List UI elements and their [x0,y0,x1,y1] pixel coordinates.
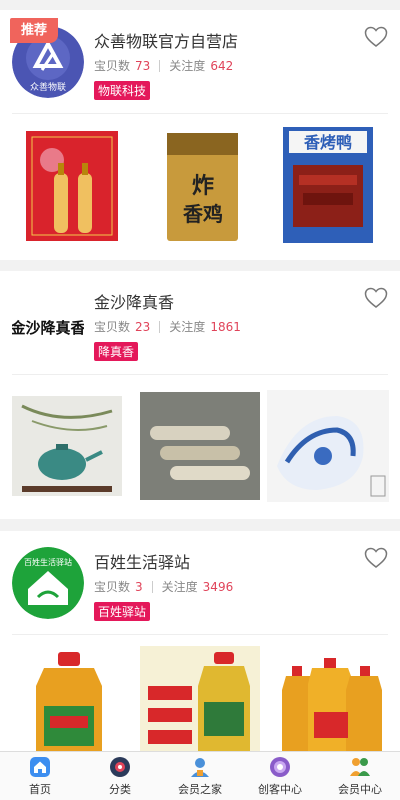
tab-label: 分类 [109,783,131,796]
stats-divider [159,59,161,72]
product-image-metal-incense-tubes[interactable] [140,386,260,506]
store-badge: 物联科技 [94,81,151,100]
store-name[interactable]: 众善物联官方自营店 [94,28,238,52]
follow-label: 关注度 [169,59,206,73]
items-label: 宝贝数 [94,580,131,594]
stats-divider [151,580,153,593]
store-badge: 百姓驿站 [94,602,151,621]
follow-count: 3496 [202,579,234,594]
follow-label: 关注度 [169,320,206,334]
maker-center-icon [270,757,290,777]
store-name[interactable]: 百姓生活驿站 [94,549,190,573]
follow-count: 642 [210,58,234,73]
items-count: 23 [135,319,151,334]
store-stats: 宝贝数 73 关注度 642 [94,57,233,74]
heart-icon[interactable] [364,287,388,309]
store-stats: 宝贝数 23 关注度 1861 [94,318,241,335]
store-logo[interactable]: 百姓生活驿站 [12,547,84,619]
card-divider [12,634,388,635]
product-image-blue-white-porcelain-vase[interactable] [267,386,389,506]
product-image-red-liquor-gift-box[interactable] [22,125,122,245]
product-image-cooking-oil-bottle-green[interactable] [14,646,124,751]
tab-category[interactable]: 分类 [80,752,160,800]
tab-member-home[interactable]: 会员之家 [160,752,240,800]
product-image-fried-chicken-snack-pack[interactable]: 炸 香鸡 [165,125,240,245]
member-home-icon [191,758,209,777]
store-badge: 降真香 [94,342,139,361]
product-image-roast-duck-snack-pack[interactable]: 香烤鸭 [283,125,373,245]
store-feed[interactable]: 推荐 众善物联 众善物联官方自营店 宝贝数 73 关注度 642 物联科技 炸 … [0,0,400,751]
items-label: 宝贝数 [94,59,131,73]
follow-label: 关注度 [161,580,198,594]
recommend-tag: 推荐 [10,18,58,43]
bottom-tab-bar: 首页 分类 会员之家 创客中心 会员中心 [0,751,400,800]
store-card[interactable]: 金沙降真香 金沙降真香 宝贝数 23 关注度 1861 降真香 [0,271,400,519]
store-name[interactable]: 金沙降真香 [94,289,174,313]
items-count: 73 [135,58,151,73]
product-image-cooking-oil-bottle-gift[interactable] [140,646,260,751]
category-icon [110,757,130,777]
logo-text: 百姓生活驿站 [24,557,72,567]
card-divider [12,374,388,375]
tab-maker-center[interactable]: 创客中心 [240,752,320,800]
svg-text:香鸡: 香鸡 [183,202,223,226]
tab-label: 首页 [29,783,51,796]
logo-text: 金沙降真香 [12,319,84,337]
heart-icon[interactable] [364,547,388,569]
items-label: 宝贝数 [94,320,131,334]
product-image-cooking-oil-three-bottles[interactable] [282,646,382,751]
product-image-teapot-with-branches[interactable] [12,386,122,506]
home-icon [30,757,50,777]
items-count: 3 [135,579,143,594]
logo-text: 众善物联 [30,81,66,93]
tab-label: 会员之家 [178,783,222,796]
tab-member-center[interactable]: 会员中心 [320,752,400,800]
store-stats: 宝贝数 3 关注度 3496 [94,578,233,595]
svg-text:香烤鸭: 香烤鸭 [303,133,352,152]
store-card[interactable]: 推荐 众善物联 众善物联官方自营店 宝贝数 73 关注度 642 物联科技 炸 … [0,10,400,260]
store-card[interactable]: 百姓生活驿站 百姓生活驿站 宝贝数 3 关注度 3496 百姓驿站 [0,531,400,751]
tab-label: 会员中心 [338,783,382,796]
tab-home[interactable]: 首页 [0,752,80,800]
heart-icon[interactable] [364,26,388,48]
stats-divider [159,320,161,333]
follow-count: 1861 [210,319,241,334]
svg-text:炸: 炸 [192,173,214,199]
member-center-icon [350,758,370,776]
tab-label: 创客中心 [258,783,302,796]
store-logo[interactable]: 金沙降真香 [12,287,84,359]
card-divider [12,113,388,114]
